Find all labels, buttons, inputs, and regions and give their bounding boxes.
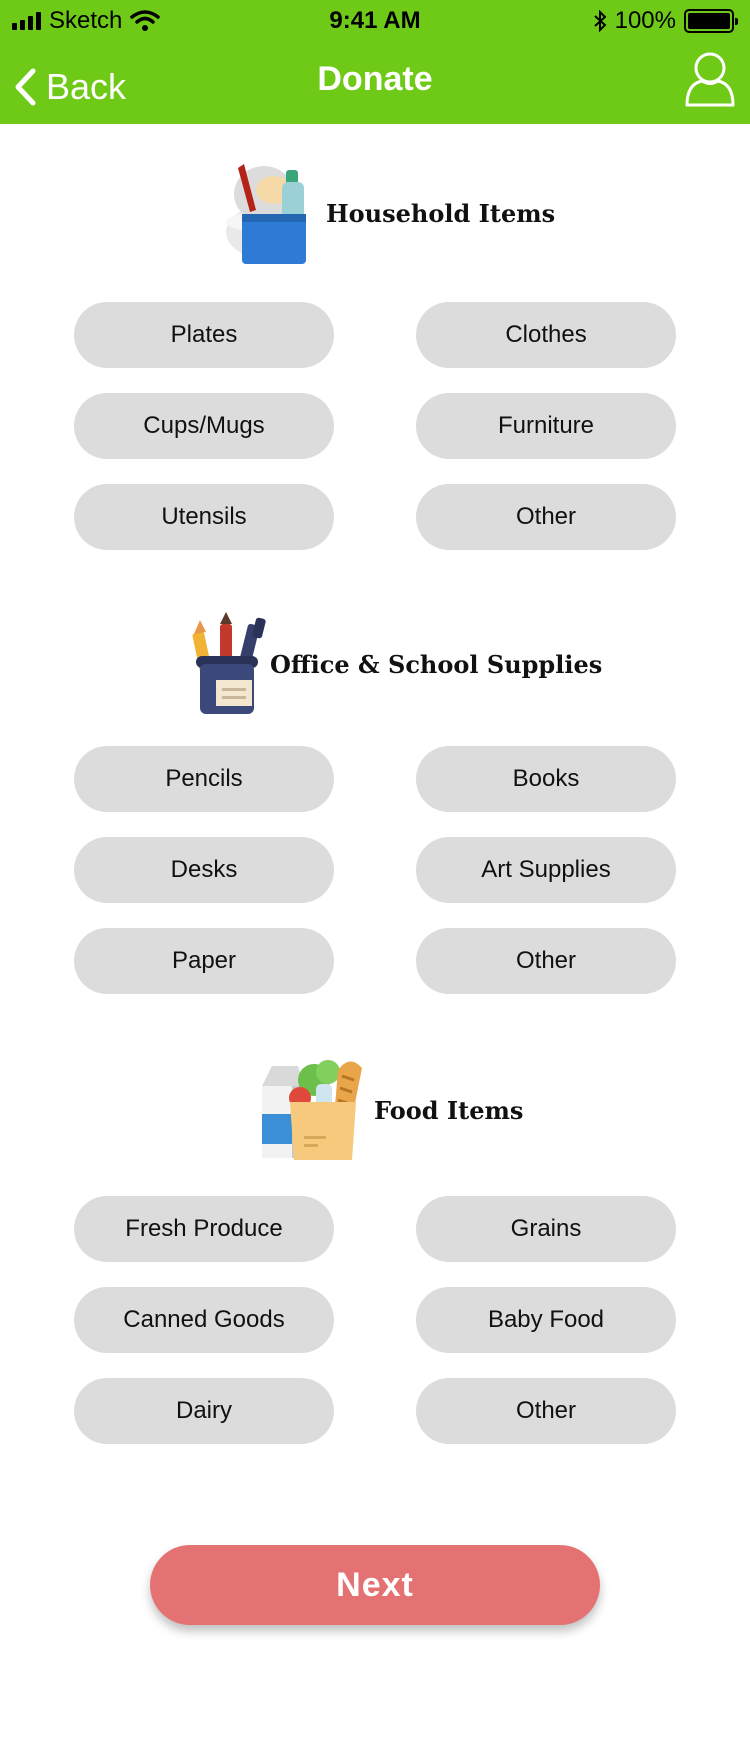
food-other-button[interactable]: Other: [416, 1378, 676, 1444]
household-clothes-button[interactable]: Clothes: [416, 302, 676, 368]
food-grains-button[interactable]: Grains: [416, 1196, 676, 1262]
header-bar: Sketch 9:41 AM 100% Back Donate: [0, 0, 750, 124]
office-supplies-icon: [192, 612, 266, 714]
household-cups-mugs-button[interactable]: Cups/Mugs: [74, 393, 334, 459]
office-desks-button[interactable]: Desks: [74, 837, 334, 903]
section-food-header: Food Items: [258, 1058, 523, 1162]
food-fresh-produce-button[interactable]: Fresh Produce: [74, 1196, 334, 1262]
food-dairy-button[interactable]: Dairy: [74, 1378, 334, 1444]
office-books-button[interactable]: Books: [416, 746, 676, 812]
household-furniture-button[interactable]: Furniture: [416, 393, 676, 459]
office-other-button[interactable]: Other: [416, 928, 676, 994]
profile-icon[interactable]: [684, 50, 736, 108]
next-button[interactable]: Next: [150, 1545, 600, 1625]
section-food-title: Food Items: [374, 1095, 524, 1125]
office-art-supplies-button[interactable]: Art Supplies: [416, 837, 676, 903]
section-office-header: Office & School Supplies: [190, 612, 602, 716]
household-utensils-button[interactable]: Utensils: [74, 484, 334, 550]
office-pencils-button[interactable]: Pencils: [74, 746, 334, 812]
household-plates-button[interactable]: Plates: [74, 302, 334, 368]
household-items-icon: [226, 164, 306, 264]
food-canned-goods-button[interactable]: Canned Goods: [74, 1287, 334, 1353]
household-other-button[interactable]: Other: [416, 484, 676, 550]
section-office-title: Office & School Supplies: [270, 649, 603, 679]
section-household-title: Household Items: [326, 198, 556, 228]
battery-icon: [684, 9, 738, 33]
status-bar: Sketch 9:41 AM 100%: [0, 0, 750, 42]
food-items-icon: [262, 1060, 362, 1160]
section-household-header: Household Items: [222, 160, 555, 266]
food-baby-food-button[interactable]: Baby Food: [416, 1287, 676, 1353]
page-title: Donate: [317, 60, 433, 98]
battery-percent: 100%: [614, 7, 676, 34]
bluetooth-icon: [593, 10, 607, 32]
status-right: 100%: [593, 7, 738, 35]
office-paper-button[interactable]: Paper: [74, 928, 334, 994]
